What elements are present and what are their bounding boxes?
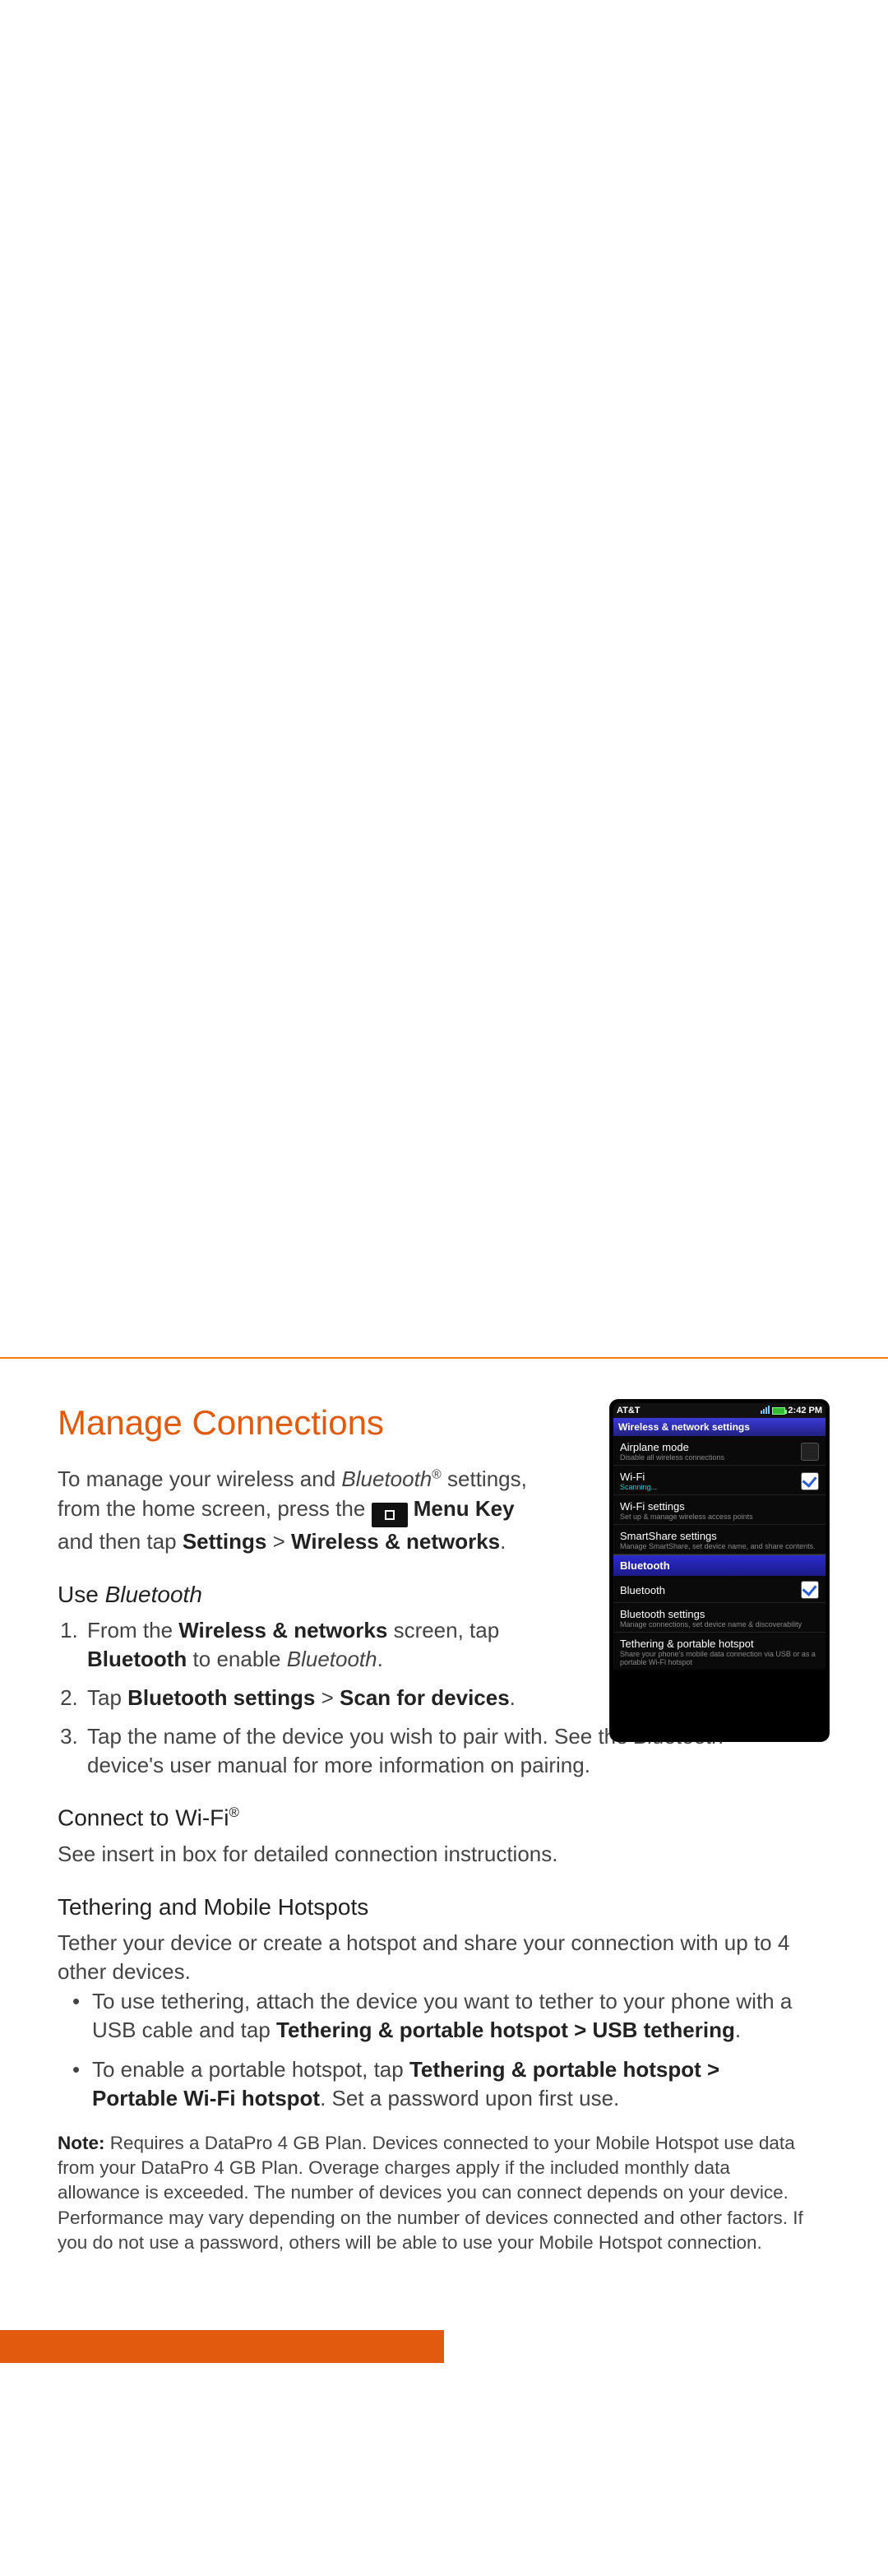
phone-screen: AT&T 2:42 PM Wireless & network settings… [613, 1403, 826, 1738]
row-wifi[interactable]: Wi-Fi Scanning... [613, 1466, 826, 1495]
battery-icon [772, 1407, 785, 1415]
list-item: Tap Bluetooth settings > Scan for device… [84, 1684, 528, 1712]
carrier-label: AT&T [617, 1406, 641, 1415]
text: Wireless & networks [291, 1529, 500, 1554]
row-title: Bluetooth [620, 1584, 665, 1596]
screen-title: Wireless & network settings [613, 1418, 826, 1436]
signal-icon [760, 1406, 770, 1416]
footer-orange-bar [0, 2330, 444, 2363]
text: To manage your wireless and [58, 1466, 341, 1491]
checkbox-bluetooth[interactable] [801, 1581, 819, 1599]
note-text: Requires a DataPro 4 GB Plan. Devices co… [58, 2133, 803, 2254]
row-airplane[interactable]: Airplane mode Disable all wireless conne… [613, 1436, 826, 1466]
text: > [266, 1529, 291, 1554]
text: Bluetooth [105, 1582, 202, 1607]
phone-screenshot: AT&T 2:42 PM Wireless & network settings… [610, 1400, 829, 1741]
row-sub: Manage connections, set device name & di… [620, 1620, 802, 1629]
text: Menu Key [414, 1496, 515, 1521]
status-bar: AT&T 2:42 PM [613, 1403, 826, 1418]
row-bt-section[interactable]: Bluetooth [613, 1554, 826, 1576]
text: . [500, 1529, 506, 1554]
checkbox-wifi[interactable] [801, 1472, 819, 1490]
list-item: From the Wireless & networks screen, tap… [84, 1616, 528, 1674]
tethering-bullets: To use tethering, attach the device you … [72, 1987, 796, 2112]
text: Connect to Wi-Fi [58, 1805, 229, 1831]
text: Bluetooth [341, 1466, 432, 1491]
row-sub: Manage SmartShare, set device name, and … [620, 1542, 816, 1550]
connect-wifi-heading: Connect to Wi-Fi® [58, 1805, 830, 1831]
row-title: SmartShare settings [620, 1530, 816, 1542]
note-paragraph: Note: Requires a DataPro 4 GB Plan. Devi… [58, 2131, 814, 2256]
text: Use [58, 1582, 105, 1607]
text: ® [229, 1805, 239, 1820]
row-title: Tethering & portable hotspot [620, 1638, 819, 1650]
list-item: To enable a portable hotspot, tap Tether… [72, 2055, 796, 2113]
wifi-paragraph: See insert in box for detailed connectio… [58, 1840, 830, 1869]
row-sub: Scanning... [620, 1483, 657, 1491]
tethering-paragraph: Tether your device or create a hotspot a… [58, 1929, 830, 1988]
row-smartshare[interactable]: SmartShare settings Manage SmartShare, s… [613, 1525, 826, 1554]
row-wifi-settings[interactable]: Wi-Fi settings Set up & manage wireless … [613, 1495, 826, 1525]
row-title: Airplane mode [620, 1441, 724, 1453]
row-bluetooth[interactable]: Bluetooth [613, 1576, 826, 1603]
checkbox-airplane[interactable] [801, 1443, 819, 1461]
blank-area [0, 0, 888, 1357]
intro-paragraph: To manage your wireless and Bluetooth® s… [58, 1465, 551, 1557]
page-content: AT&T 2:42 PM Wireless & network settings… [0, 1359, 888, 2297]
menu-key-icon [372, 1503, 408, 1527]
row-title: Bluetooth settings [620, 1608, 802, 1620]
row-sub: Share your phone's mobile data connectio… [620, 1650, 819, 1666]
text: Settings [183, 1529, 267, 1554]
row-title: Wi-Fi settings [620, 1500, 753, 1513]
tethering-heading: Tethering and Mobile Hotspots [58, 1894, 830, 1920]
row-bt-settings[interactable]: Bluetooth settings Manage connections, s… [613, 1603, 826, 1633]
row-sub: Set up & manage wireless access points [620, 1513, 753, 1521]
clock: 2:42 PM [788, 1406, 822, 1415]
row-tethering[interactable]: Tethering & portable hotspot Share your … [613, 1633, 826, 1670]
text: and then tap [58, 1529, 183, 1554]
row-sub: Disable all wireless connections [620, 1453, 724, 1462]
row-title: Wi-Fi [620, 1471, 657, 1483]
note-label: Note: [58, 2133, 105, 2153]
list-item: To use tethering, attach the device you … [72, 1987, 796, 2045]
